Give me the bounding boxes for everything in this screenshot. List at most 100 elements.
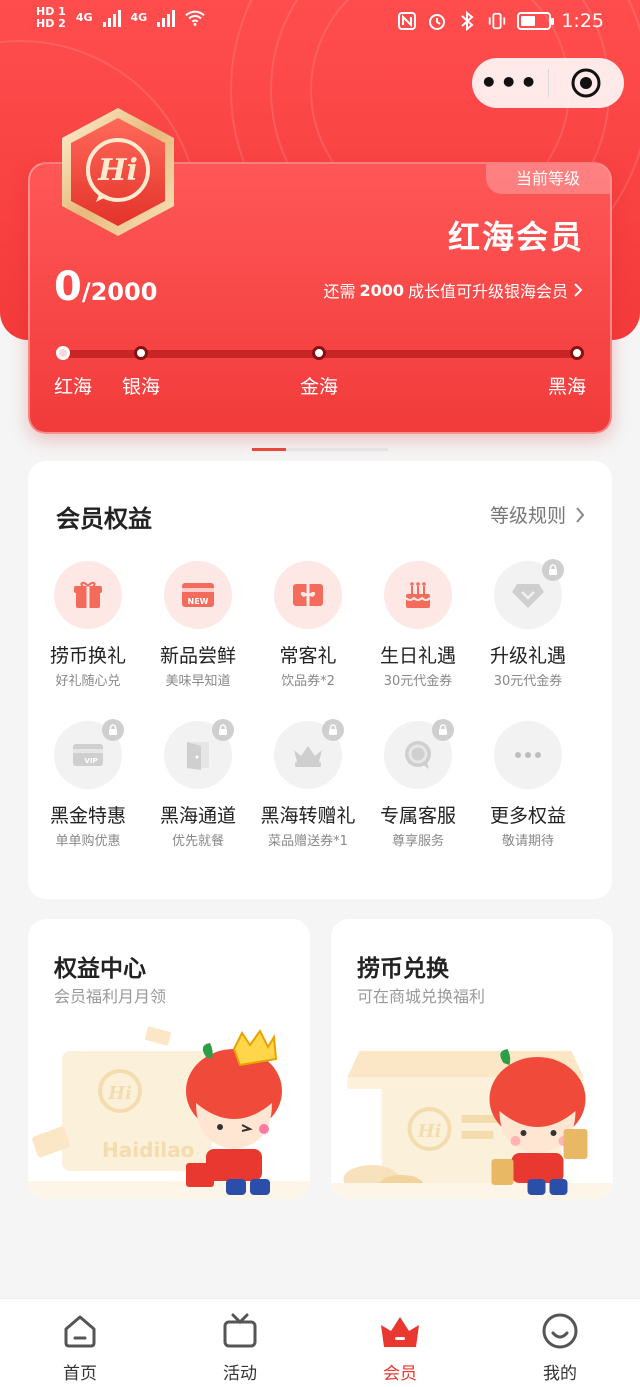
benefit-name: 黑海通道 — [159, 805, 236, 827]
tab-label: 活动 — [223, 1364, 257, 1384]
benefit-coin-gift[interactable]: 捞币换礼 好礼随心兑 — [30, 561, 146, 689]
benefit-sub: 优先就餐 — [171, 834, 224, 849]
benefit-name: 新品尝鲜 — [159, 645, 236, 667]
benefit-name: 更多权益 — [489, 805, 566, 827]
promo-subtitle: 可在商城兑换福利 — [357, 987, 486, 1006]
coin-exchange-card[interactable]: 捞币兑换 可在商城兑换福利 Hi — [331, 919, 613, 1199]
benefit-center-card[interactable]: 权益中心 会员福利月月领 Hi Haidilao — [28, 919, 310, 1199]
tab-member[interactable]: 会员 — [350, 1309, 450, 1384]
points-total: /2000 — [81, 278, 158, 306]
tier-dot-black — [570, 346, 584, 360]
nfc-icon — [397, 11, 417, 31]
benefit-name: 黑金特惠 — [49, 805, 126, 827]
benefit-black-channel[interactable]: 黑海通道 优先就餐 — [140, 719, 256, 849]
growth-points: 0/2000 — [54, 264, 157, 310]
benefit-sub: 尊享服务 — [391, 834, 444, 849]
gift-icon — [74, 581, 102, 608]
benefit-sub: 30元代金券 — [383, 674, 453, 689]
level-badge: Hi — [56, 104, 180, 240]
tier-label-silver: 银海 — [122, 376, 161, 398]
level-rules-link[interactable]: 等级规则 — [490, 501, 586, 528]
benefit-sub: 好礼随心兑 — [55, 674, 121, 689]
ticket-brand-text: Haidilao — [102, 1138, 194, 1162]
points-current: 0 — [54, 264, 82, 310]
benefit-regular-gift[interactable]: 常客礼 饮品券*2 — [250, 561, 366, 689]
benefit-sub: 30元代金券 — [493, 674, 563, 689]
tab-label: 首页 — [63, 1364, 97, 1384]
more-menu-button[interactable]: ••• — [472, 69, 548, 97]
current-level-tag: 当前等级 — [486, 164, 610, 194]
benefit-sub: 菜品赠送券*1 — [268, 834, 348, 849]
tier-dot-red — [56, 346, 70, 360]
benefit-sub: 饮品券*2 — [281, 674, 335, 689]
benefit-customer-service[interactable]: 专属客服 尊享服务 — [360, 719, 476, 849]
promo-title: 权益中心 — [54, 956, 146, 982]
chevron-right-icon — [574, 283, 583, 297]
network-type-2: 4G — [130, 11, 148, 24]
level-progress-track — [56, 346, 584, 360]
benefit-new-product[interactable]: NEW 新品尝鲜 美味早知道 — [140, 561, 256, 689]
benefit-name: 专属客服 — [379, 805, 456, 827]
promo-subtitle: 会员福利月月领 — [54, 987, 167, 1006]
home-icon — [64, 1315, 96, 1348]
more-icon — [515, 752, 541, 758]
benefit-more[interactable]: 更多权益 敬请期待 — [470, 721, 586, 849]
tab-home[interactable]: 首页 — [30, 1309, 130, 1384]
tab-profile[interactable]: 我的 — [510, 1309, 610, 1384]
level-rules-label: 等级规则 — [489, 505, 566, 527]
tier-label-black: 黑海 — [548, 376, 587, 398]
upgrade-prefix: 还需 — [323, 282, 356, 301]
level-name: 红海会员 — [447, 218, 584, 256]
tier-dot-gold — [312, 346, 326, 360]
benefit-upgrade[interactable]: 升级礼遇 30元代金券 — [470, 559, 586, 689]
sim2-label: HD 2 — [36, 17, 66, 30]
cake-icon — [405, 582, 431, 608]
close-miniprogram-button[interactable] — [549, 67, 625, 99]
miniprogram-capsule: ••• — [472, 58, 624, 108]
svg-text:Hi: Hi — [107, 1083, 132, 1104]
benefit-name: 捞币换礼 — [49, 645, 126, 667]
lock-icon — [322, 719, 344, 741]
network-type-1: 4G — [75, 11, 93, 24]
activity-tv-icon — [223, 1313, 257, 1348]
tier-label-gold: 金海 — [300, 376, 339, 398]
tier-dot-silver — [134, 346, 148, 360]
benefits-title: 会员权益 — [56, 505, 152, 533]
svg-text:Hi: Hi — [417, 1121, 442, 1142]
upgrade-hint-link[interactable]: 还需 2000 成长值可升级银海会员 — [323, 278, 584, 302]
benefit-name: 常客礼 — [279, 645, 337, 667]
clock-time: 1:25 — [561, 10, 604, 32]
bottom-tab-bar: 首页 活动 会员 我的 — [0, 1298, 640, 1387]
benefits-panel: 会员权益 等级规则 捞币换礼 好礼随心兑 NEW 新品尝鲜 美味早知道 常客礼 … — [28, 461, 612, 899]
lock-icon — [432, 719, 454, 741]
profile-smile-icon — [542, 1313, 578, 1349]
benefit-birthday[interactable]: 生日礼遇 30元代金券 — [360, 561, 476, 689]
upgrade-suffix: 成长值可升级银海会员 — [407, 282, 568, 301]
new-card-icon: NEW — [182, 583, 214, 607]
target-close-icon — [571, 68, 601, 98]
svg-text:NEW: NEW — [188, 597, 209, 606]
lock-icon — [542, 559, 564, 581]
coupon-icon — [293, 584, 323, 606]
vibrate-icon — [487, 11, 507, 31]
badge-text: Hi — [97, 153, 138, 188]
bluetooth-icon — [457, 11, 477, 31]
wifi-icon — [185, 8, 205, 28]
vip-card-icon: VIP — [73, 744, 103, 766]
upgrade-amount: 2000 — [359, 280, 404, 300]
benefit-name: 生日礼遇 — [379, 645, 456, 667]
mascot-ticket-illustration: Hi Haidilao — [28, 1019, 310, 1199]
tier-label-red: 红海 — [54, 376, 93, 398]
mascot-shop-illustration: Hi — [331, 1019, 613, 1199]
tab-label: 我的 — [543, 1364, 577, 1384]
member-crown-icon — [381, 1317, 419, 1347]
benefit-black-transfer[interactable]: 黑海转赠礼 菜品赠送券*1 — [250, 719, 366, 849]
lock-icon — [212, 719, 234, 741]
service-icon — [405, 741, 431, 769]
promo-title: 捞币兑换 — [357, 956, 449, 982]
crown-gift-icon — [294, 746, 322, 767]
lock-icon — [102, 719, 124, 741]
tab-activity[interactable]: 活动 — [190, 1309, 290, 1384]
benefit-black-gold-deal[interactable]: VIP 黑金特惠 单单购优惠 — [30, 719, 146, 849]
benefit-sub: 单单购优惠 — [55, 834, 121, 849]
